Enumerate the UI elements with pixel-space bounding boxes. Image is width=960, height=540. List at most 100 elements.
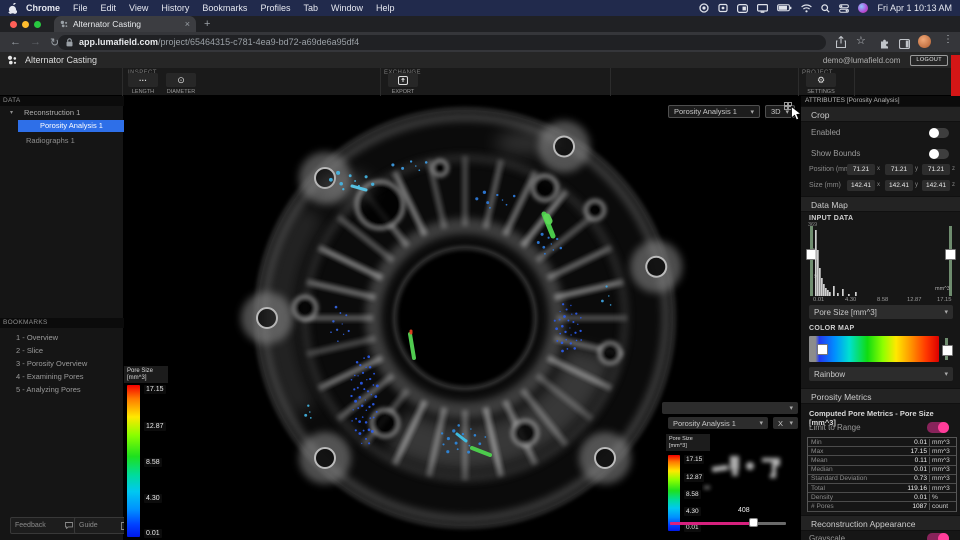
metrics-table: Min 0.01 mm^3 Max 17.15 mm^3 Mean 0.11 mm^3 Me… bbox=[807, 437, 957, 512]
window-close-button[interactable] bbox=[10, 20, 17, 28]
size-y-input[interactable]: 142.41 bbox=[885, 180, 913, 191]
new-tab-button[interactable]: + bbox=[204, 18, 210, 30]
menubar-item-tab[interactable]: Tab bbox=[303, 3, 318, 13]
color-map-left-handle[interactable] bbox=[817, 344, 828, 355]
spotlight-search-icon[interactable] bbox=[821, 3, 831, 13]
position-z-input[interactable]: 71.21 bbox=[922, 164, 950, 175]
bookmark-star-icon[interactable]: ☆ bbox=[856, 34, 866, 47]
enabled-toggle[interactable] bbox=[929, 128, 949, 138]
lock-icon bbox=[66, 37, 73, 47]
inset-analysis-dropdown[interactable]: Porosity Analysis 1 ▾ bbox=[668, 417, 768, 429]
bookmark-item-porosity-overview[interactable]: 3 - Porosity Overview bbox=[16, 359, 87, 368]
inset-tick: 8.58 bbox=[684, 490, 701, 499]
size-x-input[interactable]: 142.41 bbox=[847, 180, 875, 191]
bookmark-item-slice[interactable]: 2 - Slice bbox=[16, 346, 43, 355]
position-y-input[interactable]: 71.21 bbox=[885, 164, 913, 175]
pore-size-legend-label: Pore Size [mm^3] bbox=[124, 366, 168, 383]
menubar-item-view[interactable]: View bbox=[129, 3, 148, 13]
feedback-label: Feedback bbox=[15, 522, 46, 529]
settings-button[interactable]: ⚙ bbox=[806, 73, 836, 87]
length-tool-label: LENGTH bbox=[131, 89, 155, 95]
menubar-item-profiles[interactable]: Profiles bbox=[260, 3, 290, 13]
wifi-icon[interactable] bbox=[801, 3, 813, 13]
diameter-tool-button[interactable]: ⊙ bbox=[166, 73, 196, 87]
menubar-clock[interactable]: Fri Apr 1 10:13 AM bbox=[877, 3, 952, 13]
battery-icon bbox=[777, 4, 792, 12]
inset-tick: 4.30 bbox=[684, 507, 701, 516]
layout-grid-icon[interactable] bbox=[784, 97, 792, 115]
menubar-item-window[interactable]: Window bbox=[331, 3, 363, 13]
inset-collapsed-dropdown[interactable]: ▾ bbox=[662, 402, 798, 414]
menubar-item-file[interactable]: File bbox=[73, 3, 88, 13]
grayscale-label: Grayscale bbox=[809, 534, 846, 540]
display-icon[interactable] bbox=[757, 3, 769, 13]
bookmark-item-analyzing-pores[interactable]: 5 - Analyzing Pores bbox=[16, 385, 81, 394]
back-icon[interactable]: ← bbox=[10, 36, 21, 48]
bookmark-item-examining-pores[interactable]: 4 - Examining Pores bbox=[16, 372, 84, 381]
tree-item-porosity-analysis-selected[interactable]: Porosity Analysis 1 bbox=[18, 120, 124, 132]
export-icon bbox=[398, 75, 408, 85]
color-map-right-handle[interactable] bbox=[942, 345, 953, 356]
forward-icon[interactable]: → bbox=[30, 36, 41, 48]
profile-avatar[interactable] bbox=[918, 35, 931, 48]
browser-menu-kebab-icon[interactable]: ⋮ bbox=[943, 34, 953, 45]
apple-menu-icon[interactable] bbox=[8, 2, 17, 14]
settings-label: SETTINGS bbox=[807, 89, 835, 95]
input-data-label: INPUT DATA bbox=[809, 215, 854, 222]
inset-axis-dropdown[interactable]: X ▾ bbox=[773, 417, 798, 429]
siri-icon[interactable] bbox=[858, 3, 869, 13]
feedback-button[interactable]: Feedback bbox=[10, 517, 78, 534]
chevron-down-icon: ▾ bbox=[759, 420, 763, 427]
enabled-label: Enabled bbox=[811, 128, 841, 137]
menubar-item-history[interactable]: History bbox=[161, 3, 189, 13]
histogram-x-tick: 0.01 bbox=[813, 297, 825, 303]
table-row: Density 0.01% bbox=[808, 493, 956, 503]
tree-collapse-chevron-icon[interactable]: ▾ bbox=[10, 109, 13, 116]
limit-to-range-toggle[interactable] bbox=[927, 422, 949, 433]
reconstruction-appearance-section-header[interactable]: Reconstruction Appearance bbox=[801, 515, 960, 531]
viewport-analysis-dropdown[interactable]: Porosity Analysis 1 ▾ bbox=[668, 105, 760, 118]
export-button[interactable] bbox=[388, 73, 418, 87]
size-z-input[interactable]: 142.41 bbox=[922, 180, 950, 191]
control-center-icon[interactable] bbox=[839, 3, 850, 13]
inset-analysis-value: Porosity Analysis 1 bbox=[673, 418, 736, 428]
menubar-item-bookmarks[interactable]: Bookmarks bbox=[202, 3, 247, 13]
left-sidebar: DATA ▾ Reconstruction 1 Porosity Analysi… bbox=[0, 96, 132, 540]
tree-item-radiographs[interactable]: Radiographs 1 bbox=[26, 136, 75, 145]
logout-button[interactable]: LOGOUT bbox=[910, 54, 948, 66]
porosity-metrics-section-header[interactable]: Porosity Metrics bbox=[801, 388, 960, 404]
menubar-item-edit[interactable]: Edit bbox=[101, 3, 117, 13]
tab-close-icon[interactable]: × bbox=[185, 19, 190, 29]
lumafield-logo-icon bbox=[7, 55, 17, 65]
record-status-icon[interactable] bbox=[699, 3, 710, 13]
histogram-left-rail[interactable] bbox=[810, 226, 813, 296]
data-section-header: DATA bbox=[0, 96, 124, 106]
menubar-item-chrome[interactable]: Chrome bbox=[26, 3, 60, 13]
speech-bubble-icon bbox=[65, 522, 73, 529]
viewport-mode-value: 3D bbox=[771, 107, 781, 116]
window-zoom-button[interactable] bbox=[34, 20, 41, 28]
field-dropdown[interactable]: Pore Size [mm^3] ▾ bbox=[809, 305, 953, 319]
inset-slice-preview bbox=[704, 456, 780, 489]
inset-slider-handle[interactable] bbox=[749, 518, 758, 527]
inset-gradient-bar bbox=[668, 455, 680, 531]
browser-tab-active[interactable]: Alternator Casting × bbox=[54, 16, 196, 32]
window-minimize-button[interactable] bbox=[22, 20, 29, 28]
data-map-section-header[interactable]: Data Map bbox=[801, 196, 960, 212]
stage-manager-icon[interactable] bbox=[737, 3, 749, 13]
grayscale-toggle[interactable] bbox=[927, 533, 949, 540]
camera-status-icon[interactable] bbox=[718, 3, 729, 13]
histogram-right-handle[interactable] bbox=[945, 249, 956, 260]
bookmark-item-overview[interactable]: 1 - Overview bbox=[16, 333, 58, 342]
menubar-item-help[interactable]: Help bbox=[376, 3, 395, 13]
color-map-dropdown[interactable]: Rainbow ▾ bbox=[809, 367, 953, 381]
position-x-input[interactable]: 71.21 bbox=[847, 164, 875, 175]
url-bar[interactable]: app.lumafield.com/project/65464315-c781-… bbox=[58, 34, 826, 50]
3d-viewport[interactable]: Porosity Analysis 1 ▾ 3D ▾ Pore Size [mm… bbox=[124, 96, 800, 540]
tree-item-reconstruction[interactable]: Reconstruction 1 bbox=[24, 108, 80, 117]
length-tool-button[interactable]: ··· bbox=[128, 73, 158, 87]
share-icon[interactable] bbox=[835, 35, 847, 53]
show-bounds-toggle[interactable] bbox=[929, 149, 949, 159]
crop-section-header[interactable]: Crop bbox=[801, 106, 960, 122]
color-map-dropdown-value: Rainbow bbox=[814, 369, 846, 379]
